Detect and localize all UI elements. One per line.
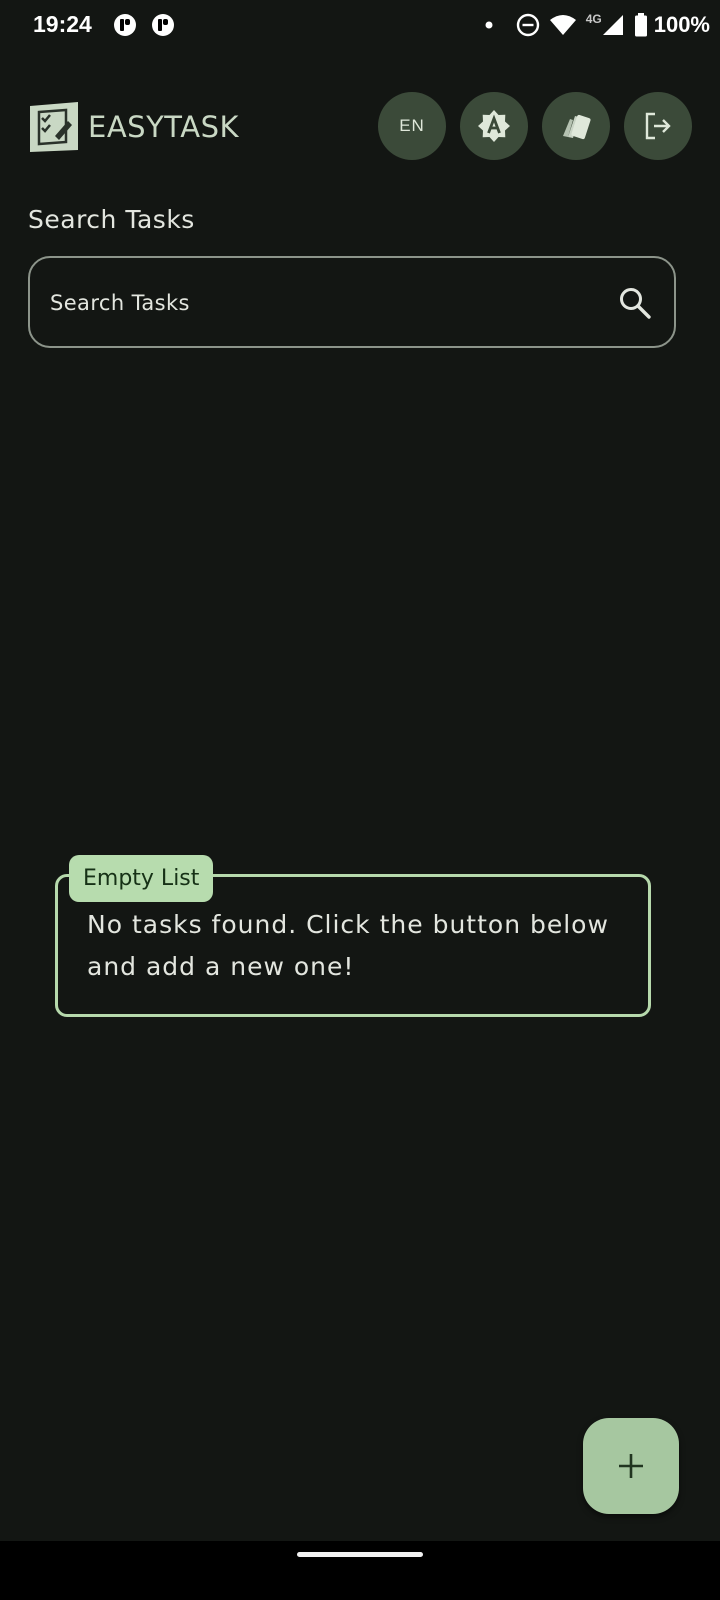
theme-button[interactable] bbox=[542, 92, 610, 160]
notification-dot-icon bbox=[485, 21, 493, 29]
language-label: EN bbox=[399, 116, 425, 135]
system-navigation-bar bbox=[0, 1541, 720, 1600]
cell-signal-icon bbox=[602, 15, 623, 35]
empty-state-badge: Empty List bbox=[69, 855, 214, 902]
language-button[interactable]: EN bbox=[378, 92, 446, 160]
battery-icon bbox=[634, 13, 647, 37]
notification-app-icon bbox=[114, 14, 136, 36]
app-name: EASYTASK bbox=[88, 110, 240, 144]
logout-icon bbox=[645, 112, 671, 140]
brightness-button[interactable] bbox=[460, 92, 528, 160]
app-logo: EASYTASK bbox=[28, 102, 239, 152]
logout-button[interactable] bbox=[624, 92, 692, 160]
theme-palette-icon bbox=[563, 114, 591, 140]
battery-percent: 100% bbox=[653, 12, 710, 37]
network-type: 4G bbox=[585, 12, 602, 26]
search-input[interactable] bbox=[48, 258, 612, 348]
add-task-button[interactable] bbox=[583, 1418, 679, 1514]
status-bar: 19:24 4G 100% bbox=[0, 0, 720, 52]
notification-app-icon bbox=[152, 14, 174, 36]
search-field[interactable] bbox=[28, 256, 676, 348]
search-section-title: Search Tasks bbox=[28, 205, 195, 234]
app-header: EASYTASK EN bbox=[28, 90, 692, 160]
brightness-auto-icon bbox=[478, 110, 510, 142]
logo-icon bbox=[30, 102, 78, 152]
home-indicator[interactable] bbox=[297, 1552, 423, 1557]
plus-icon bbox=[619, 1454, 643, 1478]
header-actions: EN bbox=[364, 92, 692, 160]
search-icon[interactable] bbox=[618, 286, 652, 320]
wifi-icon bbox=[549, 15, 576, 35]
status-time: 19:24 bbox=[33, 11, 92, 37]
do-not-disturb-icon bbox=[516, 13, 539, 37]
empty-state-message: No tasks found. Click the button below a… bbox=[87, 910, 609, 981]
